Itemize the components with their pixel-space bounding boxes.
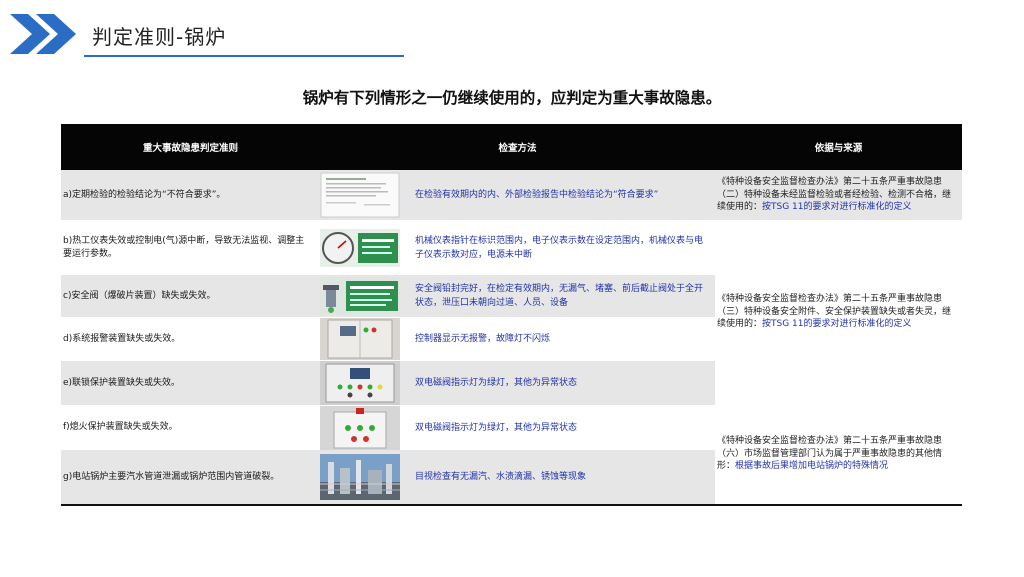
source-highlight: 根据事故后果增加电站锅炉的特殊情况 [735,461,889,472]
source-highlight: 按TSG 11的要求对进行标准化的定义 [762,319,912,330]
source-cell: 《特种设备安全监督检查办法》第二十五条严重事故隐患（三）特种设备安全附件、安全保… [715,220,962,404]
control-panel-icon [320,361,400,405]
criterion-cell: b)热工仪表失效或控制电(气)源中断，导致无法监视、调整主要运行参数。 [63,235,305,259]
table-row: d)系统报警装置缺失或失效。 控制器显示无报警，故障灯不闪烁 [61,317,715,361]
criterion-cell: e)联锁保护装置缺失或失效。 [63,377,181,388]
method-cell: 双电磁阀指示灯为绿灯，其他为异常状态 [415,378,578,388]
table-row: b)热工仪表失效或控制电(气)源中断，导致无法监视、调整主要运行参数。 机械仪表… [61,220,715,275]
method-cell: 机械仪表指针在标识范围内，电子仪表示数在设定范围内，机械仪表与电子仪表示数对应，… [415,235,704,260]
criterion-cell: c)安全阀（爆破片装置）缺失或失效。 [63,290,216,301]
criterion-cell: g)电站锅炉主要汽水管道泄漏或锅炉范围内管道破裂。 [63,471,280,482]
source-cell: 《特种设备安全监督检查办法》第二十五条严重事故隐患（二）特种设备未经监督检验或者… [715,170,962,220]
power-plant-icon [320,454,400,500]
table-row: c)安全阀（爆破片装置）缺失或失效。 安全阀铅封完好，在检定有效期内，无漏气、堵… [61,275,715,317]
table-row: f)熄火保护装置缺失或失效。 双电磁阀指示灯为绿灯，其他为异常状态 [61,405,715,450]
source-cell: 《特种设备安全监督检查办法》第二十五条严重事故隐患（六）市场监督管理部门认为属于… [715,404,962,504]
method-cell: 控制器显示无报警，故障灯不闪烁 [415,334,551,344]
page-title: 判定准则-锅炉 [92,25,227,49]
safety-valve-icon [320,277,400,315]
indicator-panel-icon [320,405,400,450]
headline: 锅炉有下列情形之一仍继续使用的，应判定为重大事故隐患。 [302,89,722,107]
column-header-source: 依据与来源 [814,143,863,154]
table-row: e)联锁保护装置缺失或失效。 双电磁阀指示灯为绿灯，其他为异常状态 [61,361,715,405]
chevron-arrows-icon [10,14,76,54]
method-cell: 安全阀铅封完好，在检定有效期内，无漏气、堵塞、前后截止阀处于全开状态，泄压口未朝… [415,284,704,308]
criteria-table: 重大事故隐患判定准则 检查方法 依据与来源 a)定期检验的检验结论为“不符合要求… [61,124,962,506]
table-header: 重大事故隐患判定准则 检查方法 依据与来源 [61,124,962,170]
method-cell: 双电磁阀指示灯为绿灯，其他为异常状态 [415,422,578,433]
table-row: g)电站锅炉主要汽水管道泄漏或锅炉范围内管道破裂。 目视检查有无漏汽、水渍滴漏、… [61,450,715,504]
criterion-cell: f)熄火保护装置缺失或失效。 [63,422,178,432]
source-highlight: 按TSG 11的要求对进行标准化的定义 [762,202,912,213]
column-header-method: 检查方法 [498,143,537,154]
method-cell: 在检验有效期内的内、外部检验报告中检验结论为“符合要求” [415,190,659,200]
criterion-cell: d)系统报警装置缺失或失效。 [63,333,181,344]
method-cell: 目视检查有无漏汽、水渍滴漏、锈蚀等现象 [415,472,587,482]
table-bottom-rule [61,504,962,506]
table-row: a)定期检验的检验结论为“不符合要求”。 在检验有效期内的内、外部检验报告中检验… [61,170,715,220]
control-cabinet-icon [320,318,400,360]
inspection-report-icon [320,172,400,218]
pressure-gauge-icon [320,228,400,267]
criterion-cell: a)定期检验的检验结论为“不符合要求”。 [63,189,226,200]
title-underline [84,55,404,57]
column-header-criterion: 重大事故隐患判定准则 [142,143,238,154]
